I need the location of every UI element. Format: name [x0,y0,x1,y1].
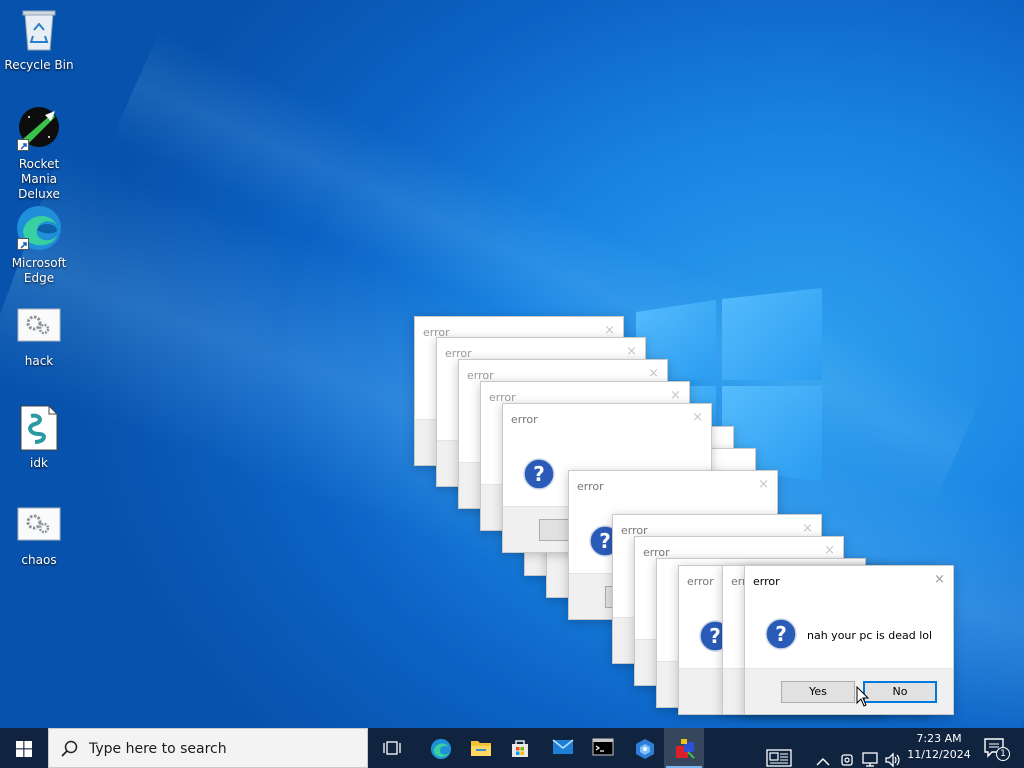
svg-text:?: ? [775,622,787,646]
clock-date: 11/12/2024 [907,748,971,761]
desktop-icon-label: chaos [21,553,57,567]
taskbar: Type here to search 7:23 AM 11/12/2024 1 [0,728,1024,768]
chevron-up-icon[interactable] [816,742,830,768]
volume-icon[interactable] [884,740,902,768]
svg-text:?: ? [709,624,721,648]
desktop-icon-label: hack [24,354,54,368]
svg-text:?: ? [533,462,545,486]
windows-start-icon [16,741,32,757]
edge-icon [430,738,452,760]
close-icon[interactable]: × [604,323,615,338]
search-icon [61,740,78,757]
meet-now-icon[interactable] [840,740,854,768]
close-icon[interactable]: × [824,543,835,558]
clock-time: 7:23 AM [916,732,962,745]
desktop-icon-rocket-mania[interactable]: Rocket Mania Deluxe [0,105,78,202]
script-file-icon [15,404,63,452]
taskbar-edge[interactable] [420,728,460,768]
desktop-icon-microsoft-edge[interactable]: Microsoft Edge [0,204,78,286]
store-icon [512,740,528,757]
taskbar-file-explorer[interactable] [460,728,500,768]
dialog-title: error [687,575,714,588]
desktop-icon-hack[interactable]: hack [0,308,78,369]
task-view-icon [383,741,401,755]
question-icon: ? [523,458,555,490]
desktop-icon-recycle-bin[interactable]: Recycle Bin [0,6,78,73]
taskbar-command-prompt[interactable] [582,728,622,768]
taskbar-microsoft-store[interactable] [500,728,540,768]
app-icon [636,739,654,759]
news-widget-icon[interactable] [766,738,792,768]
notification-count-badge: 1 [996,747,1010,761]
system-clock[interactable]: 7:23 AM 11/12/2024 [906,731,972,763]
yes-button[interactable]: Yes [781,681,855,703]
task-view-button[interactable] [372,728,412,768]
search-placeholder: Type here to search [89,741,227,757]
svg-text:?: ? [599,529,611,553]
taskbar-search-box[interactable]: Type here to search [48,728,368,768]
mouse-cursor-icon [856,686,870,707]
dialog-footer: Yes No [745,668,953,714]
edge-icon [15,204,63,252]
command-prompt-icon [592,738,614,756]
close-icon[interactable]: × [626,344,637,359]
desktop-icon-chaos[interactable]: chaos [0,507,78,568]
dialog-title: error [577,480,604,493]
desktop-icon-label: Recycle Bin [4,58,74,72]
settings-file-icon [15,308,63,344]
dialog-title: error [511,413,538,426]
dialog-title: error [753,575,780,588]
network-icon[interactable] [862,740,880,768]
desktop-icon-label: Rocket Mania Deluxe [18,157,60,201]
recycle-bin-icon [15,6,63,54]
desktop-icon-label: Microsoft Edge [11,256,67,285]
close-icon[interactable]: × [648,366,659,381]
desktop-icon-label: idk [30,456,48,470]
folder-icon [471,741,491,756]
taskbar-app[interactable] [624,728,664,768]
dialog-message: nah your pc is dead lol [807,629,933,642]
desktop-icon-idk[interactable]: idk [0,404,78,471]
taskbar-mail[interactable] [542,728,582,768]
rocket-mania-icon [15,105,63,153]
close-icon[interactable]: × [670,388,681,403]
mail-icon [552,739,574,754]
question-icon: ? [765,618,797,650]
close-icon[interactable]: × [692,410,703,425]
notification-center-button[interactable]: 1 [974,728,1018,768]
no-button[interactable]: No [863,681,937,703]
desktop: Recycle Bin Rocket Mania Deluxe Microsof… [0,0,1024,728]
close-icon[interactable]: × [802,521,813,536]
start-button[interactable] [0,728,48,768]
settings-file-icon [15,507,63,543]
close-icon[interactable]: × [934,572,945,587]
taskbar-app-active[interactable] [664,728,704,768]
app-icon [676,739,695,759]
close-icon[interactable]: × [758,477,769,492]
error-dialog[interactable]: error × ? nah your pc is dead lol Yes No [744,565,954,715]
